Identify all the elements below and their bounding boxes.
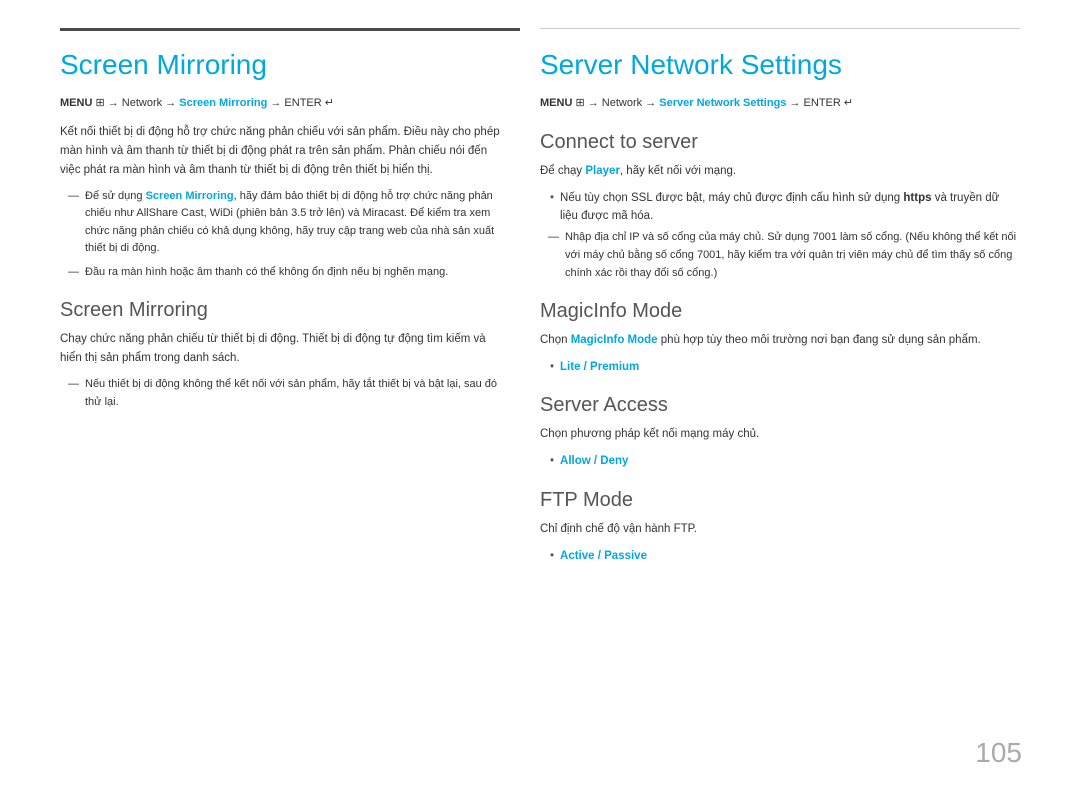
screen-mirroring-sub-note: Nếu thiết bị di động không thể kết nối v… xyxy=(60,376,500,411)
menu-icon-left: ⊞ xyxy=(95,97,104,109)
menu-label-right: MENU xyxy=(540,97,575,109)
right-thin-bar xyxy=(540,28,1020,29)
screen-mirroring-sub-title: Screen Mirroring xyxy=(60,299,500,322)
content-area: Screen Mirroring MENU ⊞ → Network → Scre… xyxy=(0,31,1080,569)
magicinfo-options-text: Lite / Premium xyxy=(560,358,639,376)
right-column: Server Network Settings MENU ⊞ → Network… xyxy=(540,31,1020,569)
screen-mirroring-sub-body: Chạy chức năng phản chiếu từ thiết bị di… xyxy=(60,330,500,368)
connect-body: Để chạy Player, hãy kết nối với mạng. xyxy=(540,162,1020,181)
menu-icon-right: ⊞ xyxy=(575,97,584,109)
connect-note-2: Nhập địa chỉ IP và số cổng của máy chủ. … xyxy=(540,229,1020,282)
server-access-title: Server Access xyxy=(540,394,1020,417)
server-access-body: Chọn phương pháp kết nối mạng máy chủ. xyxy=(540,425,1020,444)
ftp-mode-options: Active / Passive xyxy=(540,547,1020,565)
screen-mirroring-link: Screen Mirroring xyxy=(179,97,267,109)
connect-to-server-title: Connect to server xyxy=(540,131,1020,154)
magicinfo-options: Lite / Premium xyxy=(540,358,1020,376)
enter-icon-right: ↵ xyxy=(844,97,853,109)
network-link-left: Network xyxy=(122,97,162,109)
magicinfo-body: Chọn MagicInfo Mode phù hợp tùy theo môi… xyxy=(540,331,1020,350)
ftp-mode-title: FTP Mode xyxy=(540,489,1020,512)
left-note-1: Để sử dụng Screen Mirroring, hãy đảm bảo… xyxy=(60,188,500,258)
connect-note-1: Nếu tùy chọn SSL được bật, máy chủ được … xyxy=(540,189,1020,226)
left-title: Screen Mirroring xyxy=(60,49,500,81)
sub-note-text: Nếu thiết bị di động không thể kết nối v… xyxy=(85,376,500,411)
screen-mirroring-highlight: Screen Mirroring xyxy=(146,190,234,202)
ftp-mode-options-text: Active / Passive xyxy=(560,547,647,565)
server-network-link: Server Network Settings xyxy=(659,97,786,109)
right-menu-path: MENU ⊞ → Network → Server Network Settin… xyxy=(540,95,1020,113)
server-access-options: Allow / Deny xyxy=(540,452,1020,470)
ftp-mode-body: Chỉ định chế độ vận hành FTP. xyxy=(540,520,1020,539)
server-access-options-text: Allow / Deny xyxy=(560,452,628,470)
left-intro: Kết nối thiết bị di động hỗ trợ chức năn… xyxy=(60,123,500,180)
right-title: Server Network Settings xyxy=(540,49,1020,81)
page-number: 105 xyxy=(975,737,1022,769)
menu-label: MENU xyxy=(60,97,95,109)
left-column: Screen Mirroring MENU ⊞ → Network → Scre… xyxy=(60,31,500,569)
magicinfo-mode-title: MagicInfo Mode xyxy=(540,300,1020,323)
network-link-right: Network xyxy=(602,97,642,109)
left-note-2: Đầu ra màn hình hoặc âm thanh có thể khô… xyxy=(60,264,500,282)
left-note-2-text: Đầu ra màn hình hoặc âm thanh có thể khô… xyxy=(85,264,448,282)
left-menu-path: MENU ⊞ → Network → Screen Mirroring → EN… xyxy=(60,95,500,113)
enter-icon-left: ↵ xyxy=(325,97,334,109)
